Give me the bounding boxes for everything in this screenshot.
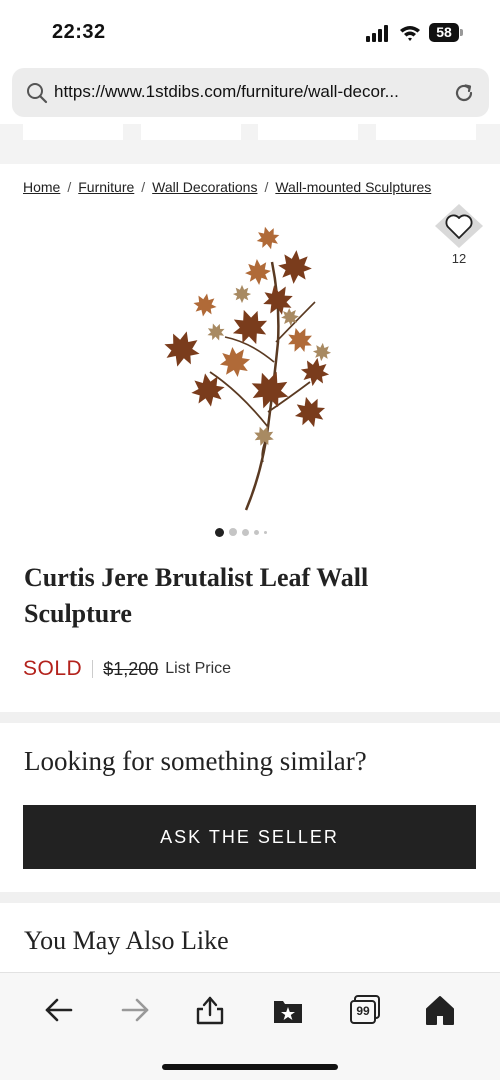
- sold-status: SOLD: [23, 657, 83, 680]
- list-price-label: List Price: [165, 660, 232, 677]
- status-time: 22:32: [52, 21, 106, 43]
- battery-level: 58: [429, 23, 459, 42]
- product-image[interactable]: [150, 222, 350, 514]
- carousel-dot[interactable]: [254, 529, 259, 535]
- section-divider: [0, 712, 500, 723]
- reload-icon[interactable]: [452, 81, 476, 105]
- battery-icon: 58: [429, 23, 463, 42]
- nav-tab[interactable]: [141, 124, 241, 140]
- carousel-dot[interactable]: [229, 528, 237, 536]
- url-text[interactable]: https://www.1stdibs.com/furniture/wall-d…: [54, 82, 399, 102]
- breadcrumb-wall-mounted-sculptures[interactable]: Wall-mounted Sculptures: [275, 179, 431, 195]
- bookmarks-icon[interactable]: [271, 993, 305, 1027]
- forward-arrow-icon[interactable]: [118, 993, 152, 1027]
- carousel-dots[interactable]: [215, 527, 295, 537]
- nav-tab[interactable]: [376, 124, 476, 140]
- breadcrumb-wall-decorations[interactable]: Wall Decorations: [152, 179, 257, 195]
- tabs-count: 99: [356, 1004, 370, 1018]
- price-row: SOLD $1,200 List Price: [23, 657, 231, 681]
- carousel-dot[interactable]: [242, 528, 249, 536]
- ask-the-seller-button[interactable]: ASK THE SELLER: [23, 805, 476, 869]
- wifi-icon: [400, 26, 420, 41]
- carousel-dot[interactable]: [215, 527, 224, 537]
- breadcrumb-home[interactable]: Home: [23, 179, 60, 195]
- carousel-dot[interactable]: [264, 530, 267, 534]
- product-title: Curtis Jere Brutalist Leaf Wall Sculptur…: [24, 563, 369, 628]
- recommendations-heading: You May Also Like: [24, 926, 229, 955]
- status-bar: 22:32 58: [0, 0, 500, 62]
- search-icon: [27, 83, 48, 104]
- nav-tab[interactable]: [23, 124, 123, 140]
- breadcrumb-furniture[interactable]: Furniture: [78, 179, 134, 195]
- similar-heading: Looking for something similar?: [24, 746, 367, 776]
- signal-icon: [366, 25, 388, 42]
- original-price: $1,200: [103, 658, 159, 679]
- tabs-icon[interactable]: 99: [348, 993, 382, 1027]
- nav-tab[interactable]: [258, 124, 358, 140]
- favorite-count: 12: [451, 251, 467, 266]
- home-icon[interactable]: [423, 993, 457, 1027]
- share-icon[interactable]: [193, 993, 227, 1027]
- heart-icon[interactable]: [434, 203, 484, 249]
- category-nav-strip: [0, 124, 500, 164]
- home-indicator: [162, 1064, 338, 1070]
- breadcrumb: Home / Furniture / Wall Decorations / Wall-mou…: [23, 179, 432, 195]
- back-arrow-icon[interactable]: [42, 993, 76, 1027]
- address-bar[interactable]: https://www.1stdibs.com/furniture/wall-d…: [12, 68, 489, 117]
- section-divider: [0, 892, 500, 903]
